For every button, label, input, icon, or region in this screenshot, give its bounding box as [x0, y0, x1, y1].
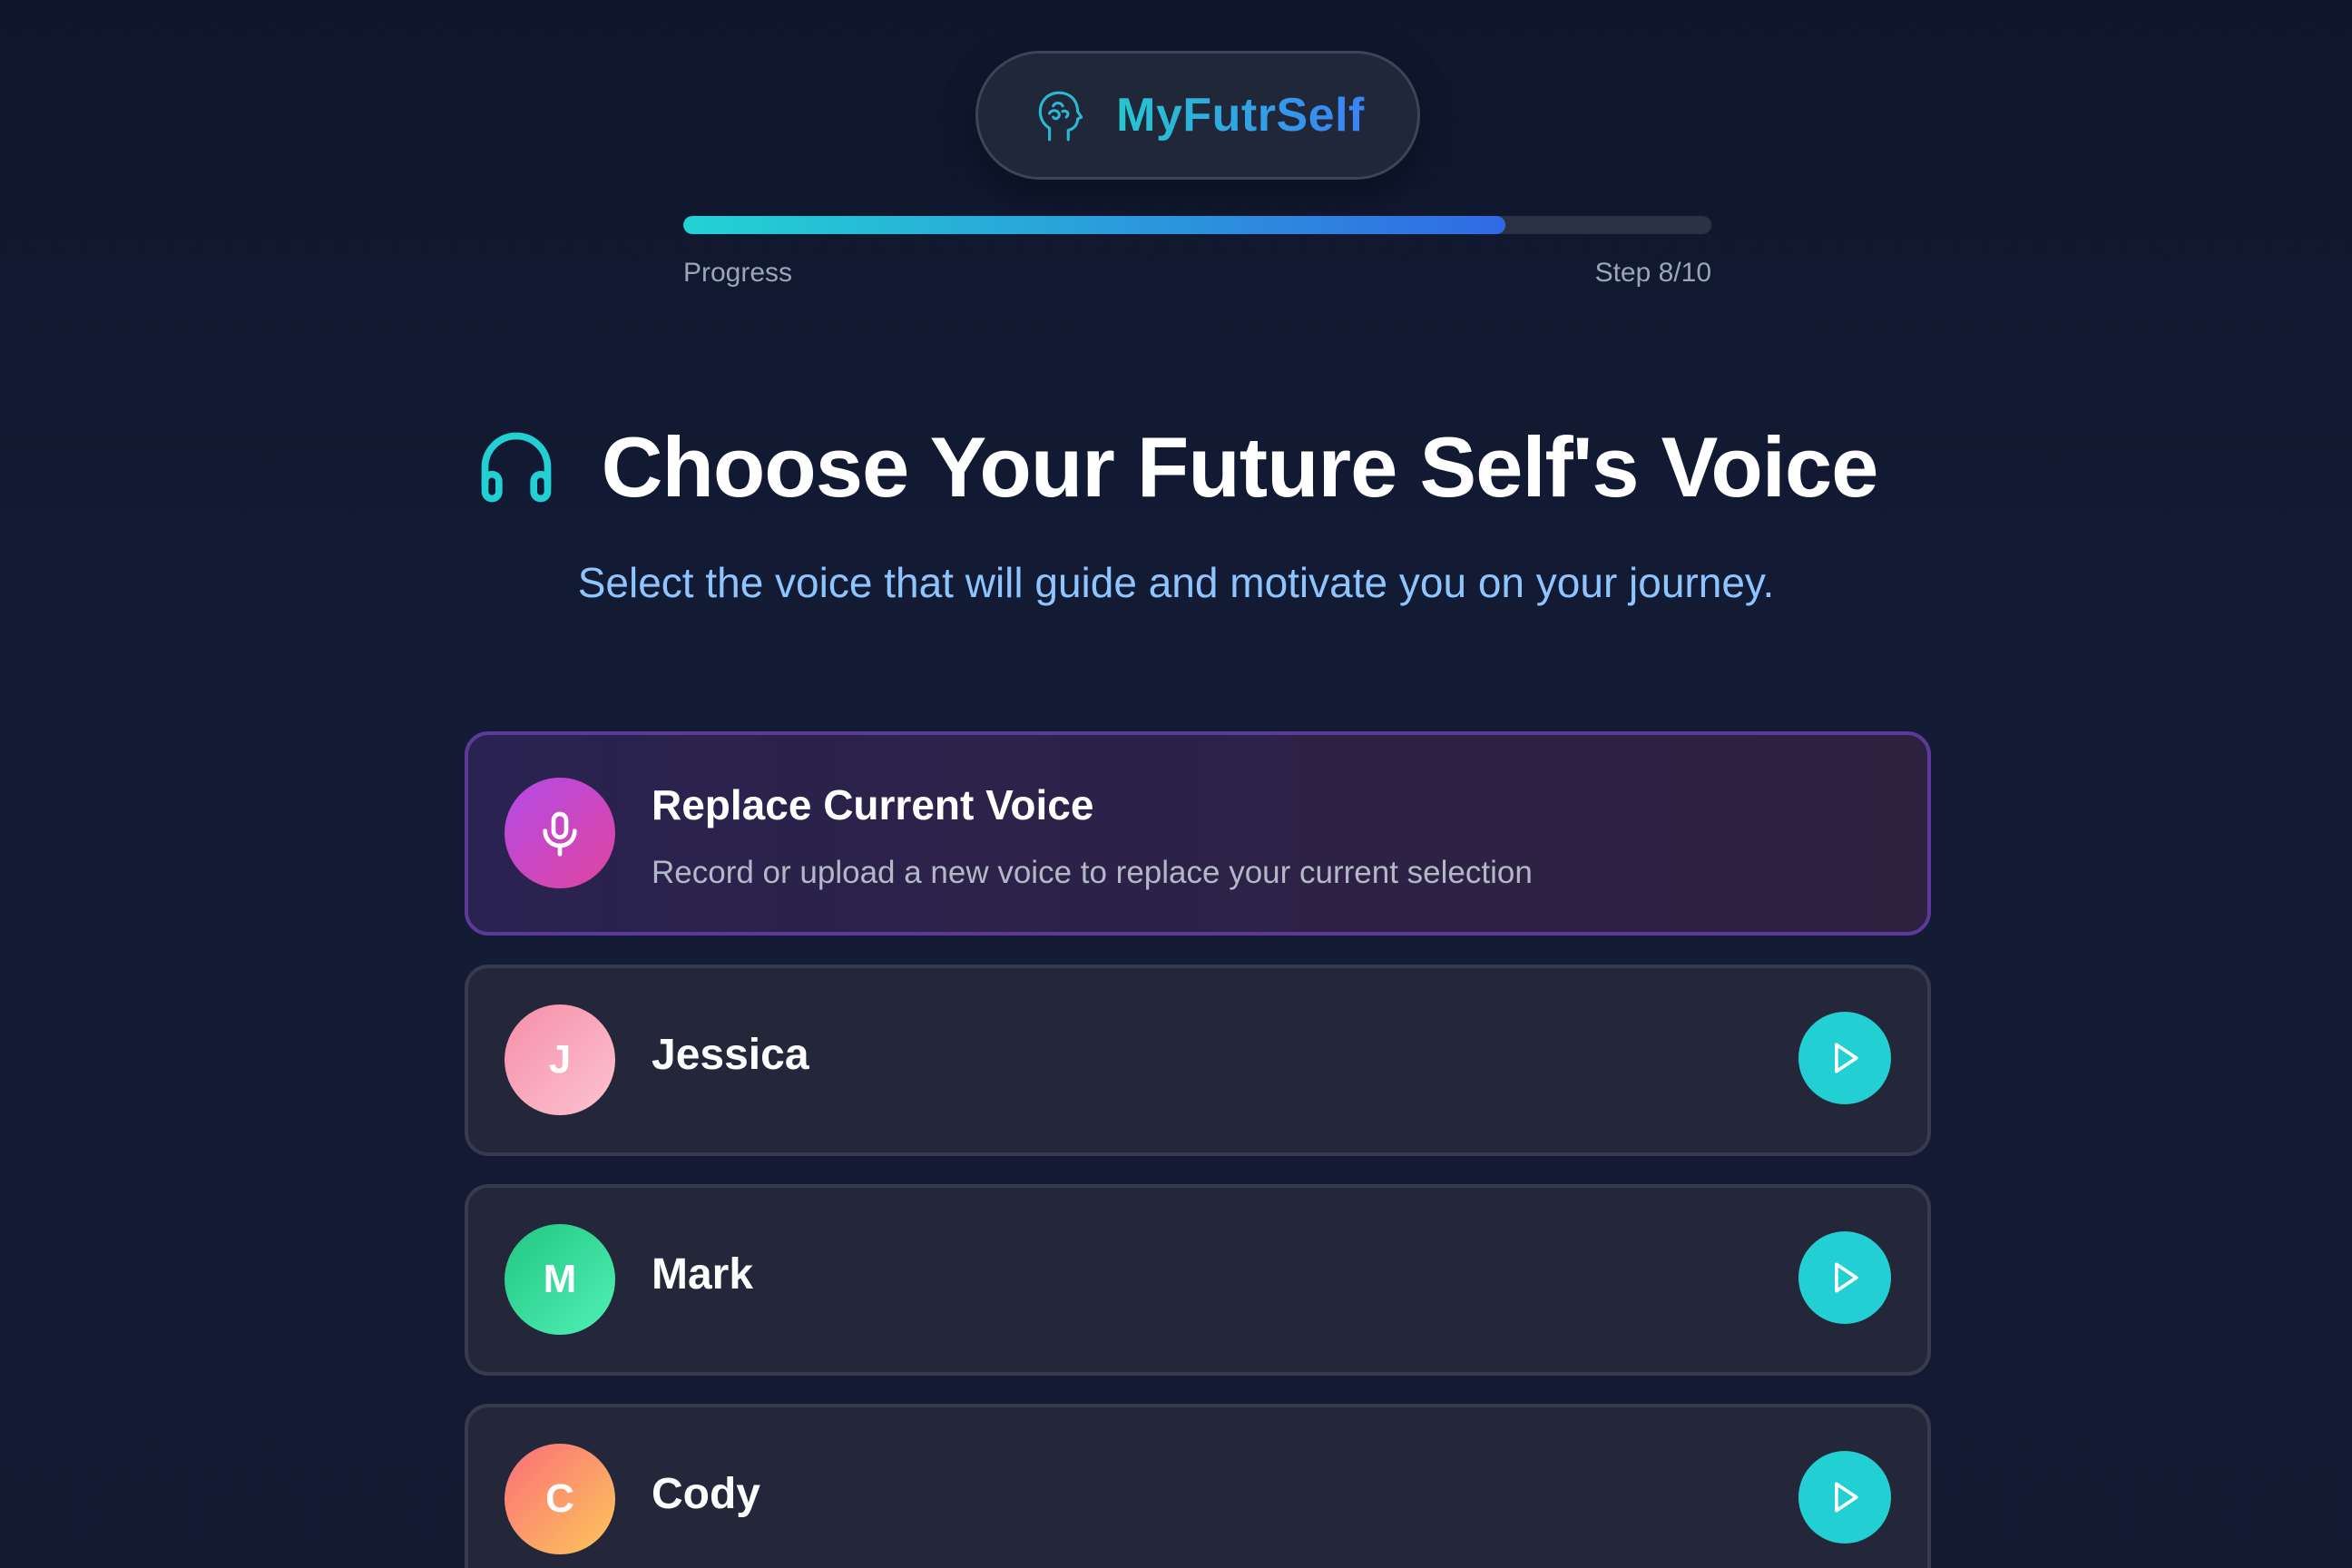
voice-name: Jessica — [652, 1031, 809, 1079]
play-preview-button[interactable] — [1798, 1451, 1891, 1544]
progress-bar — [683, 216, 1711, 234]
play-preview-button[interactable] — [1798, 1012, 1891, 1104]
voice-option-jessica[interactable]: J Jessica — [465, 965, 1931, 1156]
replace-voice-title: Replace Current Voice — [652, 781, 1094, 828]
play-preview-button[interactable] — [1798, 1231, 1891, 1324]
page-subtitle: Select the voice that will guide and mot… — [577, 559, 1775, 606]
progress-bar-fill — [683, 216, 1506, 234]
microphone-icon — [543, 811, 577, 857]
replace-voice-description: Record or upload a new voice to replace … — [652, 855, 1533, 890]
voice-avatar: C — [505, 1444, 615, 1554]
headphones-icon — [481, 432, 551, 503]
page-heading: Choose Your Future Self's Voice — [0, 413, 2352, 522]
microphone-avatar — [505, 778, 615, 888]
play-icon — [1835, 1482, 1858, 1513]
voice-avatar: J — [505, 1004, 615, 1115]
voice-option-cody[interactable]: C Cody — [465, 1404, 1931, 1568]
voice-option-mark[interactable]: M Mark — [465, 1184, 1931, 1376]
page-title: Choose Your Future Self's Voice — [601, 419, 1879, 514]
replace-voice-card[interactable]: Replace Current Voice Record or upload a… — [465, 731, 1931, 936]
head-profile-icon — [1038, 91, 1083, 142]
progress-step-indicator: Step 8/10 — [1594, 258, 1711, 288]
brand-name: MyFutrSelf — [1116, 89, 1365, 142]
voice-name: Cody — [652, 1470, 760, 1518]
voice-avatar: M — [505, 1224, 615, 1335]
voice-name: Mark — [652, 1250, 754, 1298]
brand-logo-pill: MyFutrSelf — [975, 51, 1420, 180]
play-icon — [1835, 1043, 1858, 1073]
play-icon — [1835, 1262, 1858, 1293]
progress-label: Progress — [683, 258, 793, 288]
